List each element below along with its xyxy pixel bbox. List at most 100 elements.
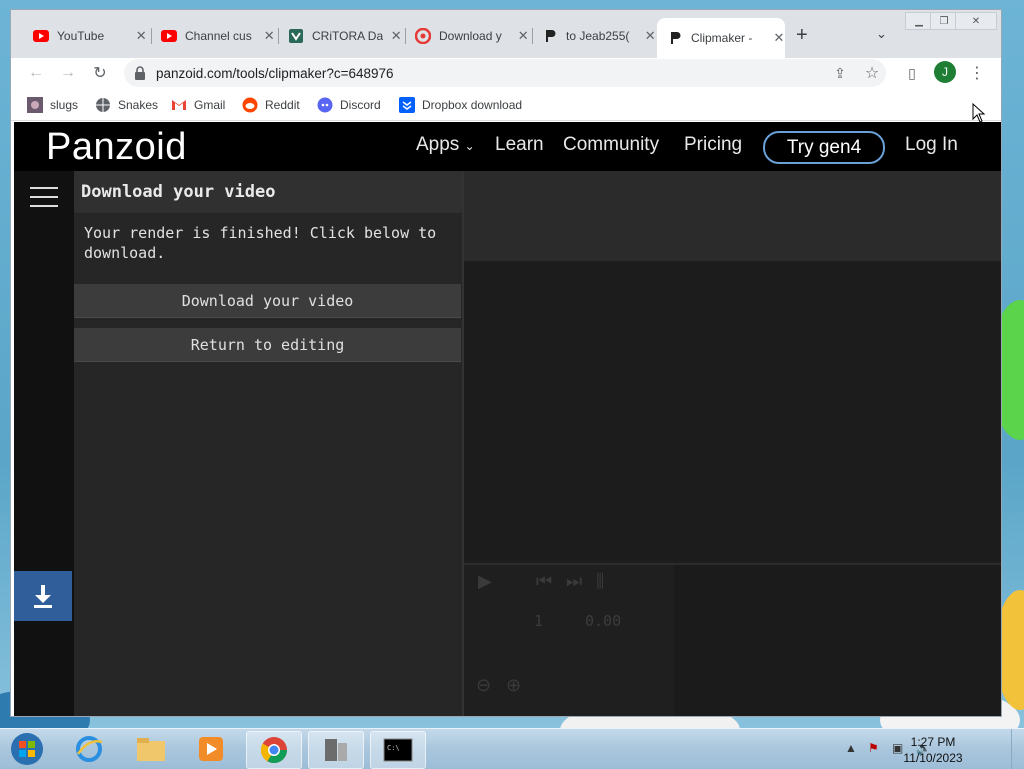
left-rail [14,171,74,716]
show-hidden-icons-icon[interactable]: ▲ [845,741,857,755]
chevron-down-icon: ⌄ [464,139,475,153]
panzoid-icon [542,28,558,44]
tab-jeab[interactable]: to Jeab255( ✕ [532,22,656,50]
tab-channel[interactable]: Channel cus ✕ [151,22,275,50]
panel-title: Download your video [74,171,462,213]
site-header: Panzoid Apps ⌄ Learn Community Pricing T… [14,122,1001,171]
profile-avatar[interactable]: J [934,61,956,83]
start-button[interactable] [2,731,52,767]
zoom-in-icon[interactable]: ⊕ [506,675,521,696]
waveform-icon[interactable]: ⫼ [596,571,604,592]
system-clock[interactable]: 1:27 PM 11/10/2023 [898,734,968,766]
clock-time: 1:27 PM [910,735,956,749]
maximize-button[interactable]: ❐ [930,12,958,30]
command-prompt-icon[interactable]: C:\ [370,731,426,769]
side-panel-icon[interactable]: ▯ [901,62,923,84]
timeline-panel: ▶ ⏮ ⏭ ⫼ 1 0.00 ⊖ ⊕ [464,563,1001,716]
close-icon[interactable]: ✕ [264,28,275,44]
reload-icon[interactable]: ↻ [89,62,111,84]
bookmark-dropbox[interactable]: Dropbox download [399,95,522,115]
menu-dots-icon[interactable]: ⋮ [966,62,988,84]
return-to-editing-button[interactable]: Return to editing [74,328,461,362]
bookmark-label: Dropbox download [422,98,523,112]
try-gen4-button[interactable]: Try gen4 [763,131,885,164]
bookmarks-bar: slugs Snakes Gmail Reddit Discord Dropbo… [11,90,1001,121]
minimize-button[interactable]: ▁ [905,12,933,30]
preview-area: ▶ ⏮ ⏭ ⫼ 1 0.00 ⊖ ⊕ [462,171,1001,716]
tab-youtube[interactable]: YouTube ✕ [23,22,147,50]
nav-apps[interactable]: Apps ⌄ [416,134,475,156]
download-video-button[interactable]: Download your video [74,284,461,318]
discord-icon [317,97,333,113]
nav-learn[interactable]: Learn [495,134,544,156]
panzoid-logo[interactable]: Panzoid [46,126,187,169]
tab-title: to Jeab255( [566,29,630,43]
bookmark-label: Discord [340,98,381,112]
bookmark-reddit[interactable]: Reddit [242,95,300,115]
bookmark-slugs[interactable]: slugs [27,95,78,115]
browser-window: YouTube ✕ Channel cus ✕ CRiTORA Da ✕ Dow… [11,10,1001,716]
critora-icon [288,28,304,44]
bookmark-snakes[interactable]: Snakes [95,95,158,115]
gmail-icon [171,97,187,113]
tab-download[interactable]: Download y ✕ [405,22,529,50]
login-link[interactable]: Log In [905,134,958,156]
time-readout: 0.00 [585,612,622,630]
star-icon[interactable]: ☆ [861,62,883,84]
chrome-taskbar-icon[interactable] [246,731,302,769]
download-tab[interactable] [14,571,72,621]
close-icon[interactable]: ✕ [136,28,147,44]
bookmark-gmail[interactable]: Gmail [171,95,225,115]
svg-text:C:\: C:\ [387,744,400,752]
internet-explorer-icon[interactable] [62,731,116,767]
address-bar[interactable]: panzoid.com/tools/clipmaker?c=648976 [124,59,886,87]
tab-title: Download y [439,29,502,43]
close-icon[interactable]: ✕ [518,28,529,44]
play-icon[interactable]: ▶ [478,571,492,592]
media-player-icon[interactable] [184,731,238,767]
video-preview [464,263,1001,561]
share-icon[interactable]: ⇪ [829,62,851,84]
lock-icon [135,66,145,80]
zoom-out-icon[interactable]: ⊖ [476,675,491,696]
tab-clipmaker[interactable]: Clipmaker - ✕ [657,18,785,58]
hamburger-menu-icon[interactable] [30,187,58,207]
reddit-icon [242,97,258,113]
bookmark-discord[interactable]: Discord [317,95,381,115]
panzoid-page: Panzoid Apps ⌄ Learn Community Pricing T… [14,122,1001,716]
step-forward-icon[interactable]: ⏭ [566,571,582,592]
tab-strip: YouTube ✕ Channel cus ✕ CRiTORA Da ✕ Dow… [11,10,1001,58]
timeline-controls: ▶ ⏮ ⏭ ⫼ 1 0.00 ⊖ ⊕ [464,565,674,716]
app-taskbar-icon[interactable] [308,731,364,769]
step-back-icon[interactable]: ⏮ [536,571,552,592]
dropbox-icon [399,97,415,113]
globe-icon [95,97,111,113]
tab-title: YouTube [57,29,105,43]
new-tab-icon[interactable]: + [796,24,808,47]
render-finished-message: Your render is finished! Click below to … [84,224,437,262]
action-center-icon[interactable]: ⚑ [868,741,879,755]
file-explorer-icon[interactable] [124,731,178,767]
frame-counter: 1 [534,612,544,630]
tab-title: CRiTORA Da [312,29,383,43]
forward-icon[interactable]: → [57,62,79,84]
close-icon[interactable]: ✕ [391,28,402,44]
close-icon[interactable]: ✕ [645,28,656,44]
close-window-button[interactable]: ✕ [955,12,997,30]
show-desktop-button[interactable] [1011,729,1024,769]
nav-apps-label: Apps [416,134,460,155]
tab-critora[interactable]: CRiTORA Da ✕ [278,22,402,50]
bookmark-label: slugs [50,98,79,112]
youtube-icon [33,28,49,44]
tab-search-chevron-icon[interactable]: ⌄ [876,26,887,42]
clock-date: 11/10/2023 [903,751,963,765]
tab-title: Clipmaker - [691,31,753,45]
bookmark-label: Snakes [118,98,159,112]
close-icon[interactable]: ✕ [773,30,785,46]
back-icon[interactable]: ← [25,62,47,84]
windows-logo-icon [11,733,43,765]
nav-pricing[interactable]: Pricing [684,134,742,156]
nav-community[interactable]: Community [563,134,659,156]
download-arrow-icon [34,585,52,608]
browser-toolbar: ← → ↻ panzoid.com/tools/clipmaker?c=6489… [11,58,1001,88]
